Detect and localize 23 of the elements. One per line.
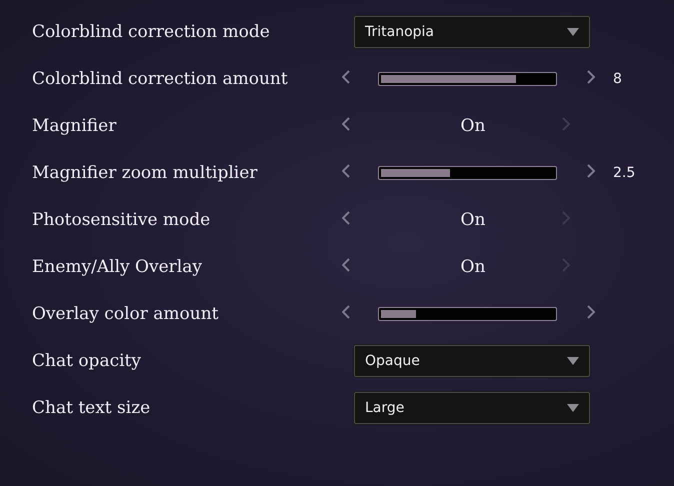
setting-label: Magnifier zoom multiplier: [31, 162, 258, 182]
toggle-value: On: [460, 256, 486, 276]
dropdown[interactable]: Opaque: [354, 344, 590, 376]
caret-icon: [567, 404, 579, 412]
setting-label: Colorblind correction amount: [31, 68, 289, 88]
dropdown[interactable]: Large: [354, 392, 590, 424]
slider-value: 2.5: [613, 164, 636, 180]
setting-label: Photosensitive mode: [31, 210, 212, 230]
setting-label: Enemy/Ally Overlay: [31, 256, 203, 276]
setting-label: Magnifier: [31, 116, 118, 136]
setting-label: Colorblind correction mode: [31, 22, 271, 42]
caret-icon: [567, 356, 579, 364]
slider-value: 8: [613, 70, 622, 86]
dropdown[interactable]: Tritanopia: [354, 16, 590, 48]
setting-label: Overlay color amount: [31, 304, 220, 324]
setting-label: Chat text size: [31, 398, 152, 418]
slider-track[interactable]: [378, 306, 557, 320]
caret-icon: [567, 28, 579, 36]
toggle-value: On: [460, 210, 486, 230]
toggle-value: On: [460, 116, 486, 136]
setting-label: Chat opacity: [31, 350, 142, 370]
slider-track[interactable]: [378, 166, 557, 180]
slider-track[interactable]: [378, 72, 557, 86]
